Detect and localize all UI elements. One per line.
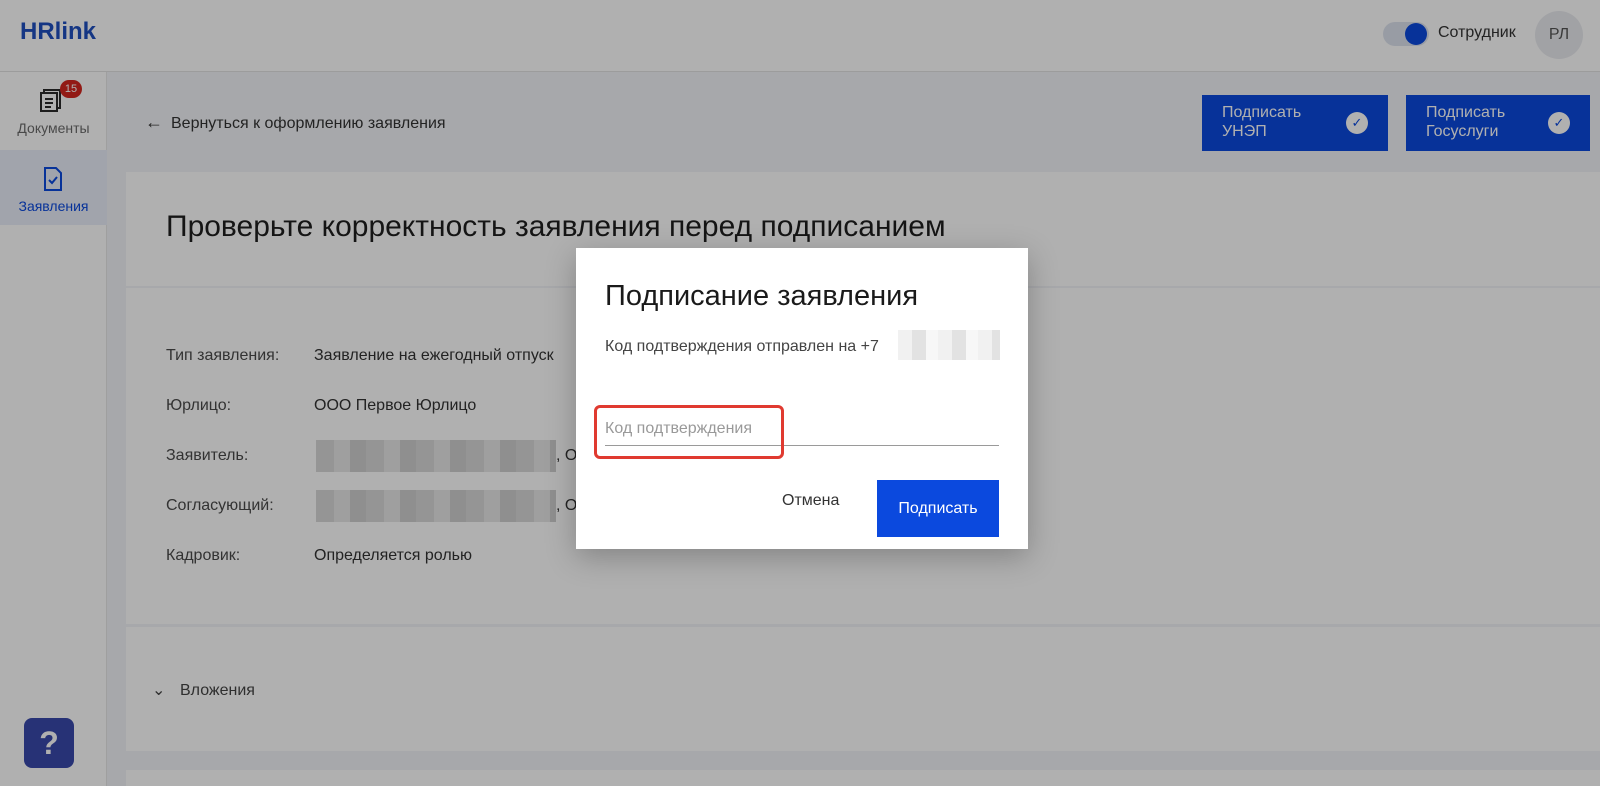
modal-title: Подписание заявления — [605, 280, 919, 312]
cancel-button[interactable]: Отмена — [782, 492, 839, 510]
sign-modal: Подписание заявления Код подтверждения о… — [576, 248, 1028, 549]
confirmation-code-input[interactable] — [605, 412, 999, 446]
redacted-phone — [898, 330, 1000, 360]
modal-subtitle: Код подтверждения отправлен на +7 — [605, 338, 879, 355]
sign-button[interactable]: Подписать — [877, 480, 999, 537]
